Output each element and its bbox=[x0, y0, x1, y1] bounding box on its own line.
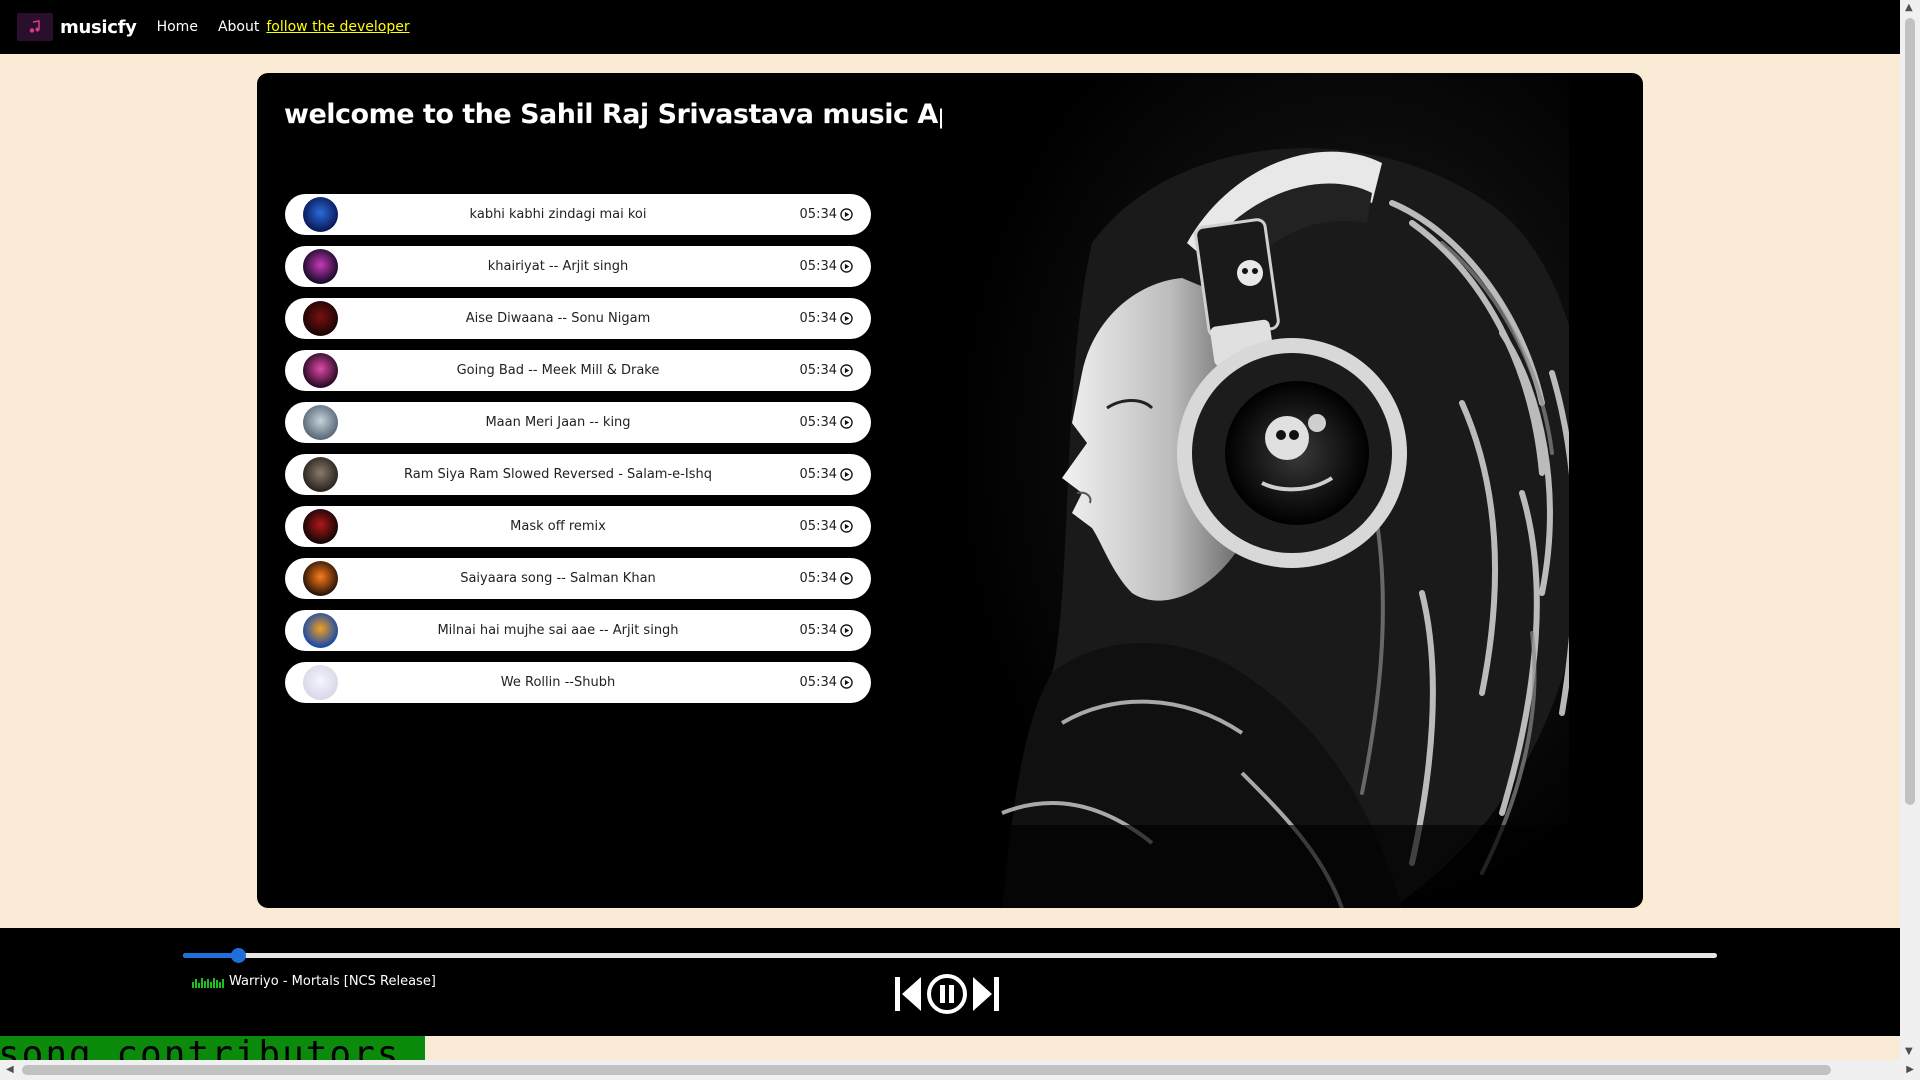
previous-icon[interactable] bbox=[893, 975, 923, 1013]
next-icon[interactable] bbox=[971, 975, 1001, 1013]
song-item[interactable]: Saiyaara song -- Salman Khan 05:34 bbox=[285, 558, 871, 599]
play-circle-icon[interactable] bbox=[840, 260, 853, 273]
song-name: kabhi kabhi zindagi mai koi bbox=[469, 207, 647, 222]
play-circle-icon[interactable] bbox=[840, 312, 853, 325]
song-name: Maan Meri Jaan -- king bbox=[485, 415, 631, 430]
song-item[interactable]: kabhi kabhi zindagi mai koi 05:34 bbox=[285, 194, 871, 235]
song-duration: 05:34 bbox=[799, 363, 837, 378]
navbar: musicfy Home About follow the developer bbox=[0, 0, 1900, 54]
brand-name[interactable]: musicfy bbox=[60, 17, 137, 38]
music-note-icon bbox=[29, 20, 40, 33]
song-list: kabhi kabhi zindagi mai koi 05:34 khairiya… bbox=[285, 194, 871, 714]
contributors-heading: song contributors bbox=[0, 1036, 401, 1061]
song-duration: 05:34 bbox=[799, 623, 837, 638]
song-name: Milnai hai mujhe sai aae -- Arjit singh bbox=[437, 623, 679, 638]
song-name: Aise Diwaana -- Sonu Nigam bbox=[465, 311, 651, 326]
song-name: We Rollin --Shubh bbox=[500, 675, 616, 690]
song-item[interactable]: Milnai hai mujhe sai aae -- Arjit singh 0… bbox=[285, 610, 871, 651]
song-duration: 05:34 bbox=[799, 519, 837, 534]
nav-home-link[interactable]: Home bbox=[157, 19, 198, 35]
play-circle-icon[interactable] bbox=[840, 208, 853, 221]
song-duration: 05:34 bbox=[799, 207, 837, 222]
song-duration: 05:34 bbox=[799, 415, 837, 430]
song-item[interactable]: Aise Diwaana -- Sonu Nigam 05:34 bbox=[285, 298, 871, 339]
song-cover bbox=[303, 301, 338, 336]
player-controls bbox=[893, 972, 1001, 1016]
song-cover bbox=[303, 353, 338, 388]
progress-fill bbox=[183, 953, 239, 958]
song-item[interactable]: Mask off remix 05:34 bbox=[285, 506, 871, 547]
song-name: Saiyaara song -- Salman Khan bbox=[460, 571, 656, 586]
vertical-scrollbar[interactable]: ▲ ▼ bbox=[1900, 0, 1920, 1060]
progress-bar[interactable] bbox=[183, 948, 1717, 963]
song-item[interactable]: We Rollin --Shubh 05:34 bbox=[285, 662, 871, 703]
song-cover bbox=[303, 197, 338, 232]
song-duration: 05:34 bbox=[799, 259, 837, 274]
play-circle-icon[interactable] bbox=[840, 468, 853, 481]
play-circle-icon[interactable] bbox=[840, 416, 853, 429]
play-circle-icon[interactable] bbox=[840, 364, 853, 377]
song-cover bbox=[303, 405, 338, 440]
contributors-bar: song contributors bbox=[0, 1036, 425, 1061]
song-duration: 05:34 bbox=[799, 467, 837, 482]
now-playing: Warriyo - Mortals [NCS Release] bbox=[192, 974, 436, 989]
song-name: Ram Siya Ram Slowed Reversed - Salam-e-I… bbox=[404, 467, 712, 482]
scroll-up-icon[interactable]: ▲ bbox=[1905, 3, 1913, 13]
play-circle-icon[interactable] bbox=[840, 676, 853, 689]
play-circle-icon[interactable] bbox=[840, 572, 853, 585]
song-duration: 05:34 bbox=[799, 311, 837, 326]
now-playing-title: Warriyo - Mortals [NCS Release] bbox=[229, 974, 436, 989]
scroll-down-icon[interactable]: ▼ bbox=[1905, 1047, 1913, 1057]
page-title: welcome to the Sahil Raj Srivastava musi… bbox=[284, 99, 976, 130]
song-cover bbox=[303, 561, 338, 596]
song-name: Going Bad -- Meek Mill & Drake bbox=[456, 363, 660, 378]
song-cover bbox=[303, 249, 338, 284]
song-cover bbox=[303, 457, 338, 492]
song-item[interactable]: Maan Meri Jaan -- king 05:34 bbox=[285, 402, 871, 443]
equalizer-icon bbox=[192, 977, 224, 988]
main-container: welcome to the Sahil Raj Srivastava musi… bbox=[257, 73, 1643, 908]
play-circle-icon[interactable] bbox=[840, 624, 853, 637]
player-bar: Warriyo - Mortals [NCS Release] bbox=[0, 928, 1900, 1036]
song-duration: 05:34 bbox=[799, 675, 837, 690]
scroll-left-icon[interactable]: ◀ bbox=[6, 1065, 14, 1075]
nav-about-link[interactable]: About bbox=[218, 19, 259, 35]
progress-thumb[interactable] bbox=[231, 948, 247, 963]
horizontal-scrollbar[interactable]: ◀ ▶ bbox=[0, 1060, 1920, 1080]
song-name: khairiyat -- Arjit singh bbox=[487, 259, 629, 274]
scroll-right-icon[interactable]: ▶ bbox=[1906, 1065, 1914, 1075]
play-circle-icon[interactable] bbox=[840, 520, 853, 533]
horizontal-scroll-thumb[interactable] bbox=[22, 1065, 1831, 1075]
song-name: Mask off remix bbox=[510, 519, 606, 534]
song-item[interactable]: Going Bad -- Meek Mill & Drake 05:34 bbox=[285, 350, 871, 391]
woman-with-headphones-photo bbox=[942, 73, 1602, 908]
follow-developer-link[interactable]: follow the developer bbox=[266, 19, 409, 35]
logo[interactable] bbox=[17, 13, 53, 41]
pause-circle-icon[interactable] bbox=[925, 972, 969, 1016]
song-item[interactable]: khairiyat -- Arjit singh 05:34 bbox=[285, 246, 871, 287]
song-item[interactable]: Ram Siya Ram Slowed Reversed - Salam-e-I… bbox=[285, 454, 871, 495]
song-cover bbox=[303, 665, 338, 700]
song-duration: 05:34 bbox=[799, 571, 837, 586]
vertical-scroll-thumb[interactable] bbox=[1905, 18, 1915, 805]
song-cover bbox=[303, 613, 338, 648]
song-cover bbox=[303, 509, 338, 544]
